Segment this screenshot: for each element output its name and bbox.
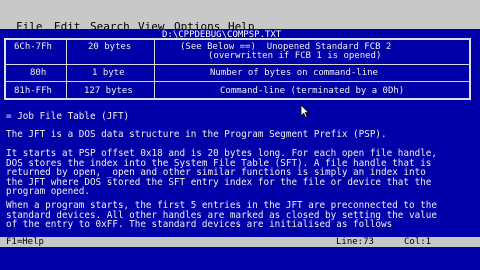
table-cell-size: 20 bytes xyxy=(88,42,132,52)
table-cell-size: 127 bytes xyxy=(84,86,133,96)
table-cell-range: 80h xyxy=(30,68,47,78)
table-cell-range: 6Ch-7Fh xyxy=(14,42,52,52)
table-cell-description: (overwritten if FCB 1 is opened) xyxy=(208,51,382,61)
status-line: Line:73 xyxy=(336,237,374,247)
paragraph: The JFT is a DOS data structure in the P… xyxy=(6,129,387,140)
mouse-pointer-icon xyxy=(300,104,310,118)
menu-edit[interactable]: Edit xyxy=(54,21,81,32)
table-cell-range: 81h-FFh xyxy=(14,86,52,96)
dos-editor-window: File Edit Search View Options Help D:\CP… xyxy=(0,0,480,270)
status-help: F1=Help xyxy=(6,237,44,247)
table-divider xyxy=(6,81,469,82)
menu-view[interactable]: View xyxy=(138,21,165,32)
table-divider xyxy=(6,64,469,65)
menu-file[interactable]: File xyxy=(16,21,43,32)
table-cell-description: Number of bytes on command-line xyxy=(210,68,378,78)
menu-search[interactable]: Search xyxy=(90,21,130,32)
paragraph: When a program starts, the first 5 entri… xyxy=(6,200,437,231)
status-col: Col:1 xyxy=(404,237,432,247)
table-cell-size: 1 byte xyxy=(92,68,125,78)
table-divider xyxy=(66,38,67,100)
table-divider xyxy=(154,38,155,100)
section-heading: = Job File Table (JFT) xyxy=(6,111,130,122)
table-cell-description: Command-line (terminated by a 0Dh) xyxy=(220,86,405,96)
paragraph: It starts at PSP offset 0x18 and is 20 b… xyxy=(6,148,437,198)
